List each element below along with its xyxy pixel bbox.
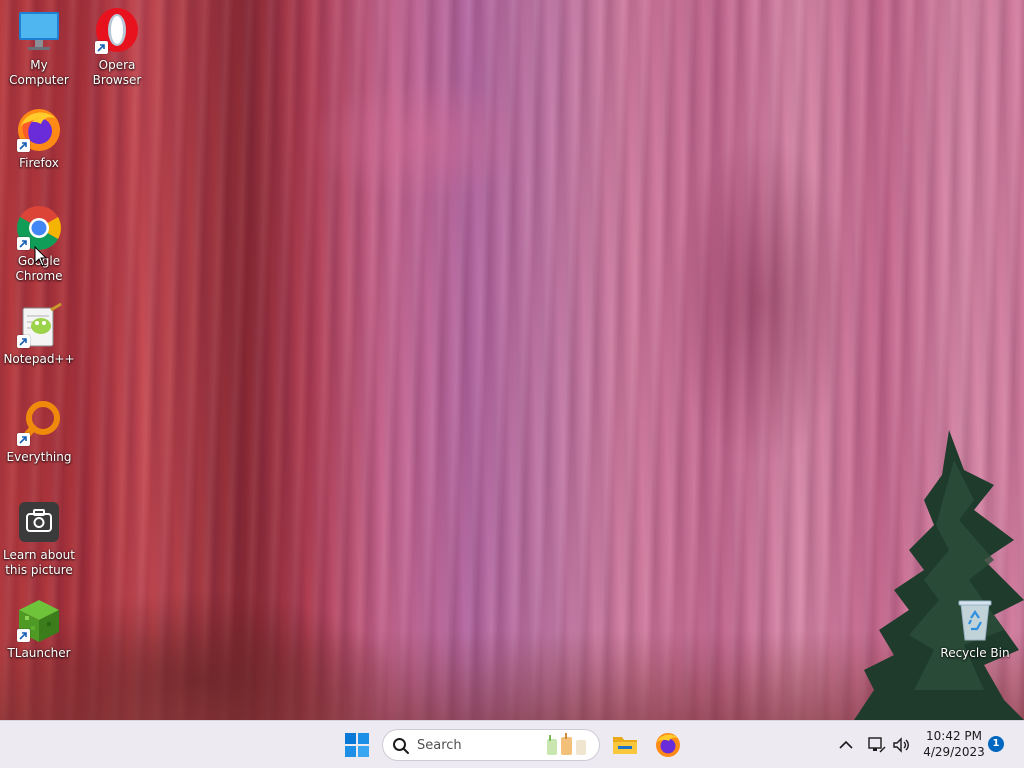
grass-block-icon [15, 596, 63, 644]
opera-icon [93, 8, 141, 56]
chevron-up-icon [839, 740, 853, 749]
taskbar-file-explorer[interactable] [609, 729, 641, 761]
desktop-icon-label: Learn about this picture [3, 548, 75, 577]
shortcut-arrow-icon [17, 629, 30, 642]
search-input[interactable] [417, 735, 537, 755]
clock-time: 10:42 PM [926, 729, 982, 743]
shortcut-arrow-icon [17, 335, 30, 348]
desktop-icon-opera[interactable]: Opera Browser [78, 8, 156, 88]
desktop-icon-everything[interactable]: Everything [0, 400, 78, 465]
monitor-icon [15, 8, 63, 56]
magnifier-icon [15, 400, 63, 448]
desktop-icon-notepadpp[interactable]: Notepad++ [0, 302, 78, 367]
search-highlight-drinks-icon [547, 733, 586, 755]
show-hidden-icons-button[interactable] [836, 735, 856, 755]
desktop-icon-learn-picture[interactable]: Learn about this picture [0, 498, 78, 578]
windows-logo-icon [345, 733, 369, 757]
desktop-icon-tlauncher[interactable]: TLauncher [0, 596, 78, 661]
system-clock[interactable]: 10:42 PM 4/29/2023 [918, 728, 990, 760]
notification-badge[interactable]: 1 [988, 736, 1004, 752]
desktop-icon-label: Opera Browser [92, 58, 142, 87]
speaker-icon [893, 737, 909, 753]
network-button[interactable] [866, 735, 886, 755]
recycle-bin-icon [951, 596, 999, 644]
start-button[interactable] [341, 729, 373, 761]
desktop-icon-label: Recycle Bin [940, 646, 1010, 660]
mouse-cursor-icon [34, 246, 48, 267]
desktop-icon-chrome[interactable]: Google Chrome [0, 204, 78, 284]
firefox-icon [656, 733, 680, 757]
network-icon [868, 737, 886, 753]
desktop-icon-label: Firefox [19, 156, 59, 170]
notepadpp-icon [15, 302, 63, 350]
clock-date: 4/29/2023 [923, 745, 985, 759]
taskbar-firefox[interactable] [652, 729, 684, 761]
folder-icon [613, 737, 637, 754]
camera-icon [15, 498, 63, 546]
desktop-icon-label: My Computer [9, 58, 69, 87]
desktop-wallpaper[interactable]: My Computer Opera Browser Firefox Google… [0, 0, 1024, 720]
firefox-icon [15, 106, 63, 154]
desktop-icon-label: Everything [6, 450, 72, 464]
desktop-icon-firefox[interactable]: Firefox [0, 106, 78, 171]
desktop-icon-recycle-bin[interactable]: Recycle Bin [936, 596, 1014, 661]
chrome-icon [15, 204, 63, 252]
taskbar: 10:42 PM 4/29/2023 [0, 720, 1024, 768]
shortcut-arrow-icon [17, 237, 30, 250]
shortcut-arrow-icon [17, 433, 30, 446]
wallpaper-tree [854, 430, 1024, 720]
search-icon [393, 738, 409, 754]
shortcut-arrow-icon [95, 41, 108, 54]
taskbar-search[interactable] [382, 729, 600, 761]
desktop-icon-label: Notepad++ [3, 352, 75, 366]
shortcut-arrow-icon [17, 139, 30, 152]
desktop-icon-label: TLauncher [7, 646, 71, 660]
volume-button[interactable] [891, 735, 911, 755]
desktop-icon-my-computer[interactable]: My Computer [0, 8, 78, 88]
